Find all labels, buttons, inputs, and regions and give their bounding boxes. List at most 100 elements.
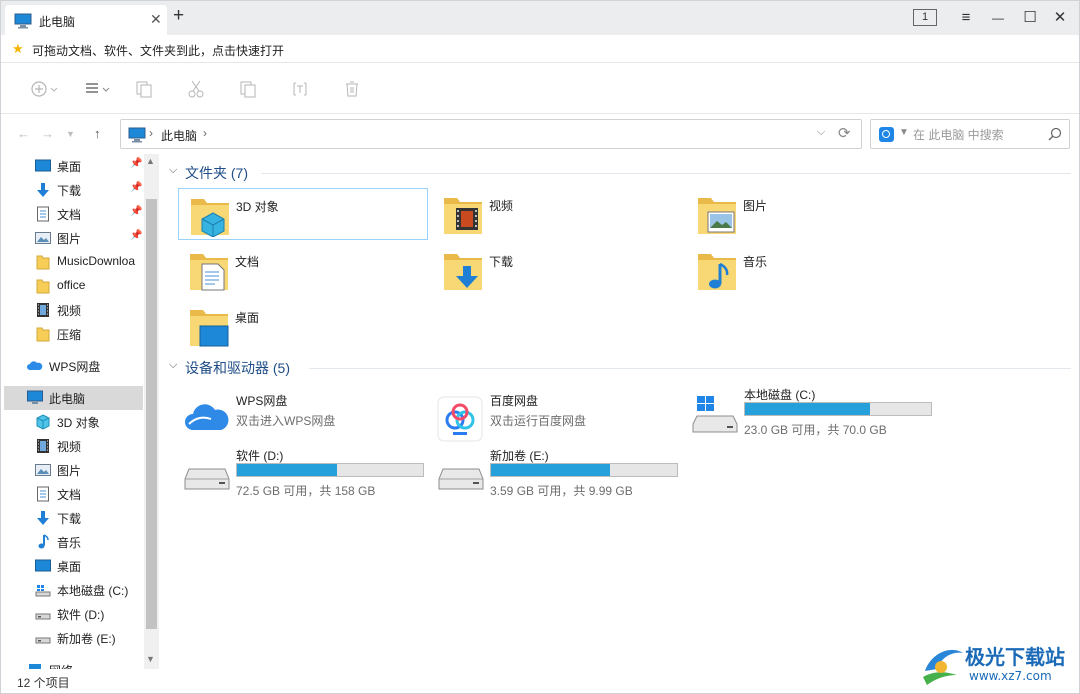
- cut-icon[interactable]: [187, 78, 205, 100]
- chevron-down-icon[interactable]: ⌵: [169, 359, 177, 372]
- desktop-icon: [190, 310, 229, 347]
- drive-c[interactable]: 本地磁盘 (C:) 23.0 GB 可用，共 70.0 GB: [686, 385, 936, 440]
- breadcrumb-separator[interactable]: ›: [149, 126, 153, 140]
- navigation-row: ← → ▼ ↑ › 此电脑 › ⌵ ⟳ ▼: [1, 114, 1079, 154]
- sidebar-item-network[interactable]: 网络: [4, 658, 143, 669]
- pin-icon[interactable]: 📌: [130, 182, 142, 193]
- scrollbar-thumb[interactable]: [146, 199, 157, 629]
- sidebar-item-office[interactable]: office: [4, 274, 143, 298]
- view-mode-icon[interactable]: [84, 78, 114, 100]
- baidu-netdisk-icon: [437, 396, 483, 442]
- sidebar-item-video[interactable]: 视频: [4, 298, 143, 322]
- tab-count-badge[interactable]: 1: [913, 9, 937, 26]
- file-explorer-window: 此电脑 ✕ + 1 ≡ — ☐ ✕ ★ 可拖动文档、软件、文件夹到此，点击快速打…: [0, 0, 1080, 694]
- sidebar-item-music[interactable]: 音乐: [4, 530, 143, 554]
- folder-desktop[interactable]: 桌面: [178, 300, 428, 352]
- tab-this-pc[interactable]: 此电脑 ✕: [5, 5, 167, 35]
- folder-3d-objects[interactable]: 3D 对象: [178, 188, 428, 240]
- scroll-down-icon[interactable]: ▼: [146, 654, 155, 664]
- sidebar-item-downloads[interactable]: 下载 📌: [4, 178, 143, 202]
- sidebar-item-3d-objects[interactable]: 3D 对象: [4, 410, 143, 434]
- sidebar-item-pictures[interactable]: 图片 📌: [4, 226, 143, 250]
- download-icon: [444, 254, 482, 290]
- search-icon[interactable]: [1047, 126, 1063, 142]
- document-icon: [190, 254, 228, 291]
- pin-icon[interactable]: 📌: [130, 206, 142, 217]
- sidebar-item-musicdownload[interactable]: MusicDownloa: [4, 250, 143, 274]
- search-input[interactable]: [913, 126, 1043, 143]
- drive-free-space: 23.0 GB 可用，共 70.0 GB: [744, 423, 887, 437]
- delete-icon[interactable]: [343, 78, 361, 100]
- breadcrumb-this-pc[interactable]: 此电脑: [161, 127, 197, 144]
- navigation-pane[interactable]: 桌面 📌 下载 📌 文档 📌 图片 📌 MusicDownloa office: [1, 154, 159, 669]
- sidebar-item-pictures[interactable]: 图片: [4, 458, 143, 482]
- recent-locations-icon[interactable]: ▼: [66, 129, 75, 139]
- folder-name: 文档: [235, 255, 260, 269]
- sidebar-item-desktop[interactable]: 桌面: [4, 554, 143, 578]
- folder-documents[interactable]: 文档: [178, 244, 428, 296]
- drive-subtitle: 双击进入WPS网盘: [236, 414, 336, 428]
- rename-icon[interactable]: [291, 78, 309, 100]
- sidebar-item-video[interactable]: 视频: [4, 434, 143, 458]
- new-tab-button[interactable]: +: [173, 6, 184, 26]
- sidebar-item-wps-cloud[interactable]: WPS网盘: [4, 354, 143, 378]
- sidebar-item-desktop[interactable]: 桌面 📌: [4, 154, 143, 178]
- back-icon[interactable]: ←: [17, 126, 30, 141]
- drive-e[interactable]: 新加卷 (E:) 3.59 GB 可用，共 9.99 GB: [432, 446, 682, 501]
- menu-icon[interactable]: ≡: [952, 7, 980, 29]
- folder-downloads[interactable]: 下载: [432, 244, 682, 296]
- sidebar-item-compressed[interactable]: 压缩: [4, 322, 143, 346]
- address-bar[interactable]: › 此电脑 › ⌵ ⟳: [120, 119, 862, 149]
- folder-videos[interactable]: 视频: [432, 188, 682, 240]
- new-item-icon[interactable]: [31, 78, 61, 100]
- drive-icon: [184, 468, 230, 490]
- 3d-objects-icon: [36, 414, 50, 430]
- scroll-up-icon[interactable]: ▲: [146, 156, 155, 166]
- search-engine-icon[interactable]: [879, 127, 894, 142]
- sidebar-item-drive-d[interactable]: 软件 (D:): [4, 602, 143, 626]
- folder-name: 桌面: [235, 311, 260, 325]
- folder-music[interactable]: 音乐: [686, 244, 936, 296]
- music-icon: [698, 254, 736, 290]
- drive-baidu-netdisk[interactable]: 百度网盘 双击运行百度网盘: [432, 391, 682, 446]
- computer-icon: [27, 390, 43, 404]
- quick-access-hint-bar[interactable]: ★ 可拖动文档、软件、文件夹到此，点击快速打开: [1, 35, 1079, 63]
- forward-icon[interactable]: →: [41, 126, 54, 141]
- sidebar-scrollbar[interactable]: ▲ ▼: [144, 154, 159, 669]
- content-pane: ⌵ 文件夹 (7) 3D 对象 视频 图片 文档 下载 音乐 桌面 ⌵ 设备和驱…: [161, 154, 1079, 669]
- close-button[interactable]: ✕: [1046, 7, 1074, 29]
- chevron-down-icon[interactable]: ▼: [899, 127, 909, 138]
- search-box[interactable]: ▼: [870, 119, 1070, 149]
- sidebar-item-label: 此电脑: [49, 392, 86, 406]
- sidebar-item-documents[interactable]: 文档: [4, 482, 143, 506]
- group-header-drives[interactable]: ⌵ 设备和驱动器 (5): [169, 358, 329, 378]
- minimize-button[interactable]: —: [984, 7, 1012, 29]
- maximize-button[interactable]: ☐: [1016, 7, 1044, 29]
- pin-icon[interactable]: 📌: [130, 158, 142, 169]
- sidebar-item-downloads[interactable]: 下载: [4, 506, 143, 530]
- aurora-logo-icon: [923, 649, 963, 685]
- breadcrumb-separator[interactable]: ›: [203, 126, 207, 140]
- drive-icon: [35, 613, 51, 620]
- sidebar-item-drive-c[interactable]: 本地磁盘 (C:): [4, 578, 143, 602]
- sidebar-item-drive-e[interactable]: 新加卷 (E:): [4, 626, 143, 650]
- sidebar-item-label: 文档: [57, 488, 82, 502]
- drive-d[interactable]: 软件 (D:) 72.5 GB 可用，共 158 GB: [178, 446, 428, 501]
- folder-pictures[interactable]: 图片: [686, 188, 936, 240]
- refresh-icon[interactable]: ⟳: [838, 124, 851, 142]
- sidebar-item-documents[interactable]: 文档 📌: [4, 202, 143, 226]
- chevron-down-icon[interactable]: ⌵: [169, 164, 177, 177]
- watermark-url: www.xz7.com: [969, 669, 1052, 683]
- chevron-down-icon[interactable]: ⌵: [817, 126, 825, 139]
- drive-wps-cloud[interactable]: WPS网盘 双击进入WPS网盘: [178, 391, 428, 446]
- tab-close-icon[interactable]: ✕: [150, 11, 162, 28]
- sidebar-item-this-pc[interactable]: 此电脑: [4, 386, 143, 410]
- drive-subtitle: 双击运行百度网盘: [490, 414, 587, 428]
- pin-icon[interactable]: 📌: [130, 230, 142, 241]
- paste-icon[interactable]: [239, 78, 257, 100]
- folder-icon: [36, 279, 50, 294]
- sidebar-item-label: 下载: [57, 184, 82, 198]
- up-icon[interactable]: ↑: [94, 126, 101, 141]
- drive-name: 新加卷 (E:): [490, 449, 549, 463]
- copy-icon[interactable]: [135, 78, 153, 100]
